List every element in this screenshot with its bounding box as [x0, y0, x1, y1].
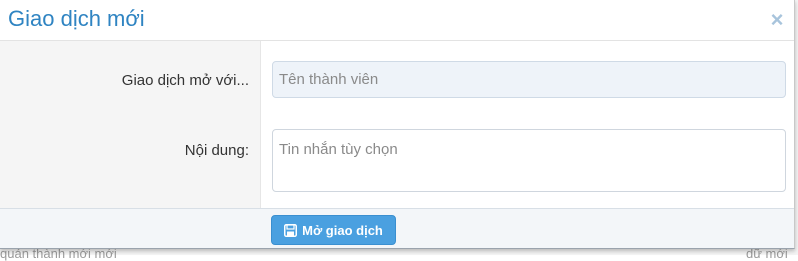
save-icon [284, 223, 298, 237]
new-trade-modal: Giao dịch mới × Giao dịch mở với... Nội … [0, 0, 795, 249]
open-trade-button-label: Mở giao dịch [302, 222, 383, 238]
modal-header: Giao dịch mới × [0, 0, 794, 41]
recipient-label: Giao dịch mở với... [121, 72, 249, 89]
modal-footer: Mở giao dịch [0, 208, 794, 248]
modal-title: Giao dịch mới [8, 6, 145, 31]
form-label-column [0, 41, 261, 208]
close-icon[interactable]: × [766, 9, 788, 31]
content-textarea[interactable] [272, 129, 786, 192]
recipient-input[interactable] [272, 61, 786, 98]
content-label: Nội dung: [184, 142, 249, 159]
open-trade-button[interactable]: Mở giao dịch [271, 215, 396, 245]
